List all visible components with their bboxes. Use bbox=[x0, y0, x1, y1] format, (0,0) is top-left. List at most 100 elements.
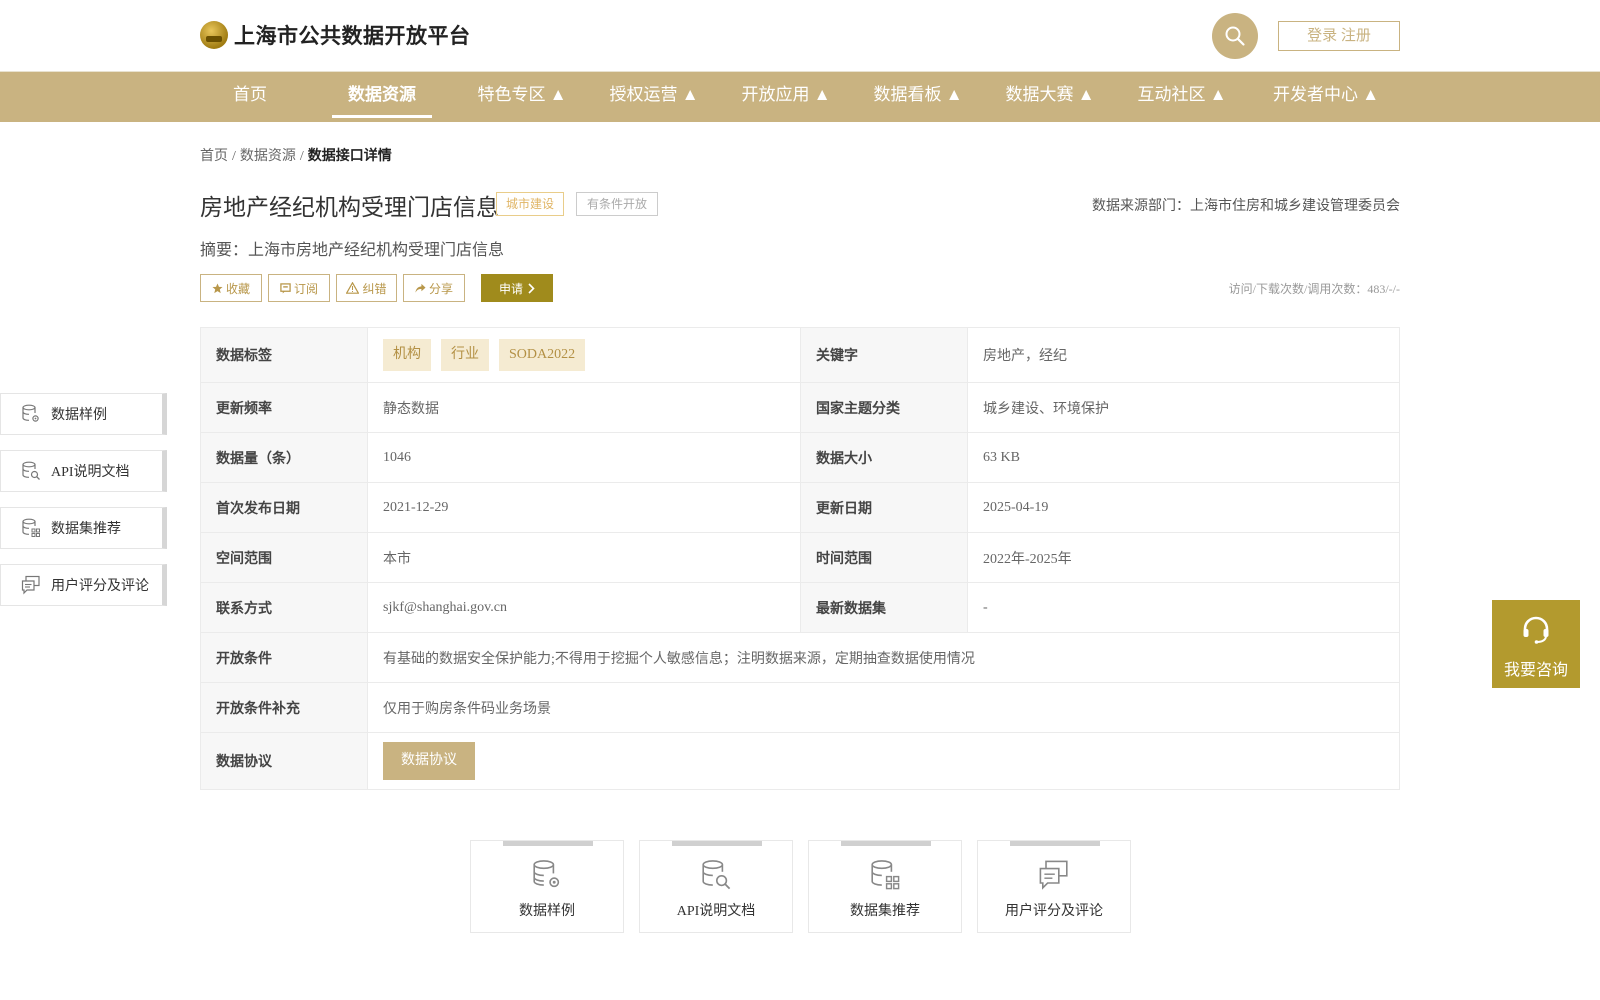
data-agreement-button[interactable]: 数据协议 bbox=[383, 742, 475, 780]
side-nav-label: 数据集推荐 bbox=[51, 522, 121, 537]
breadcrumb-data-resources[interactable]: 数据资源 bbox=[240, 149, 296, 164]
table-row: 开放条件补充 仅用于购房条件码业务场景 bbox=[200, 682, 1400, 733]
side-nav-label: 用户评分及评论 bbox=[51, 579, 149, 594]
tags-label: 数据标签 bbox=[200, 327, 368, 383]
database-gear-icon bbox=[21, 404, 41, 424]
update-frequency-label: 更新频率 bbox=[200, 382, 368, 433]
favorite-button[interactable]: 收藏 bbox=[200, 274, 262, 302]
card-label: API说明文档 bbox=[676, 904, 756, 919]
nav-item-special-zones[interactable]: 特色专区 ▲ bbox=[462, 72, 582, 122]
table-row: 更新频率 静态数据 国家主题分类 城乡建设、环境保护 bbox=[200, 382, 1400, 433]
search-button[interactable] bbox=[1212, 13, 1258, 59]
card-dataset-recommend[interactable]: 数据集推荐 bbox=[808, 840, 962, 933]
database-search-icon bbox=[21, 461, 41, 481]
table-row: 首次发布日期 2021-12-29 更新日期 2025-04-19 bbox=[200, 482, 1400, 533]
side-nav-rating-comments[interactable]: 用户评分及评论 bbox=[0, 564, 167, 606]
table-row: 数据协议 数据协议 bbox=[200, 732, 1400, 790]
card-top-bar bbox=[672, 841, 762, 846]
time-range-label: 时间范围 bbox=[800, 532, 968, 583]
contact-value[interactable]: sjkf@shanghai.gov.cn bbox=[367, 582, 801, 633]
latest-dataset-label: 最新数据集 bbox=[800, 582, 968, 633]
card-top-bar bbox=[503, 841, 593, 846]
breadcrumb-separator: / bbox=[299, 149, 304, 164]
data-size-value: 63 KB bbox=[967, 432, 1400, 483]
card-top-bar bbox=[841, 841, 931, 846]
nav-item-data-dashboard[interactable]: 数据看板 ▲ bbox=[858, 72, 978, 122]
table-row: 开放条件 有基础的数据安全保护能力;不得用于挖掘个人敏感信息；注明数据来源，定期… bbox=[200, 632, 1400, 683]
card-label: 数据集推荐 bbox=[850, 904, 920, 919]
nav-item-open-apps[interactable]: 开放应用 ▲ bbox=[726, 72, 846, 122]
subscribe-button[interactable]: 订阅 bbox=[268, 274, 330, 302]
table-row: 联系方式 sjkf@shanghai.gov.cn 最新数据集 - bbox=[200, 582, 1400, 633]
card-label: 数据样例 bbox=[519, 904, 575, 919]
subscribe-icon bbox=[280, 282, 291, 294]
search-icon bbox=[1225, 26, 1245, 46]
source-department: 数据来源部门：上海市住房和城乡建设管理委员会 bbox=[1092, 199, 1400, 214]
database-search-icon bbox=[698, 858, 734, 892]
share-icon bbox=[415, 283, 426, 293]
breadcrumb-separator: / bbox=[232, 149, 236, 164]
breadcrumb: 首页 / 数据资源 / 数据接口详情 bbox=[200, 145, 392, 165]
nav-item-data-resources[interactable]: 数据资源 bbox=[332, 72, 432, 122]
table-row: 数据标签 机构 行业 SODA2022 关键字 房地产，经纪 bbox=[200, 327, 1400, 383]
nav-item-home[interactable]: 首页 bbox=[220, 72, 280, 122]
open-condition-value: 有基础的数据安全保护能力;不得用于挖掘个人敏感信息；注明数据来源，定期抽查数据使… bbox=[367, 632, 1400, 683]
nav-item-community[interactable]: 互动社区 ▲ bbox=[1122, 72, 1242, 122]
card-data-sample[interactable]: 数据样例 bbox=[470, 840, 624, 933]
side-nav-dataset-recommend[interactable]: 数据集推荐 bbox=[0, 507, 167, 549]
record-count-label: 数据量（条） bbox=[200, 432, 368, 483]
share-button[interactable]: 分享 bbox=[403, 274, 465, 302]
breadcrumb-current: 数据接口详情 bbox=[307, 149, 392, 164]
nav-item-data-contest[interactable]: 数据大赛 ▲ bbox=[990, 72, 1110, 122]
open-condition-extra-value: 仅用于购房条件码业务场景 bbox=[367, 682, 1400, 733]
report-error-button[interactable]: 纠错 bbox=[336, 274, 397, 302]
database-gear-icon bbox=[529, 858, 565, 892]
data-size-label: 数据大小 bbox=[800, 432, 968, 483]
update-date-label: 更新日期 bbox=[800, 482, 968, 533]
theme-label: 国家主题分类 bbox=[800, 382, 968, 433]
data-tag[interactable]: 行业 bbox=[441, 339, 489, 371]
login-register-button[interactable]: 登录 注册 bbox=[1278, 21, 1400, 51]
apply-button[interactable]: 申请 bbox=[481, 274, 553, 302]
first-publish-value: 2021-12-29 bbox=[367, 482, 801, 533]
update-date-value: 2025-04-19 bbox=[967, 482, 1400, 533]
open-condition-label: 开放条件 bbox=[200, 632, 368, 683]
latest-dataset-value[interactable]: - bbox=[967, 582, 1400, 633]
side-nav-api-doc[interactable]: API说明文档 bbox=[0, 450, 167, 492]
first-publish-label: 首次发布日期 bbox=[200, 482, 368, 533]
breadcrumb-home[interactable]: 首页 bbox=[200, 149, 228, 164]
card-api-doc[interactable]: API说明文档 bbox=[639, 840, 793, 933]
keywords-label: 关键字 bbox=[800, 327, 968, 383]
nav-item-authorized-operation[interactable]: 授权运营 ▲ bbox=[594, 72, 714, 122]
open-type-tag: 有条件开放 bbox=[576, 192, 659, 216]
data-tag[interactable]: SODA2022 bbox=[499, 339, 586, 371]
agreement-cell: 数据协议 bbox=[367, 732, 1400, 790]
database-grid-icon bbox=[21, 518, 41, 538]
metadata-table: 数据标签 机构 行业 SODA2022 关键字 房地产，经纪 更新频率 静态数据 国… bbox=[200, 327, 1400, 790]
database-grid-icon bbox=[867, 858, 903, 892]
side-nav-label: 数据样例 bbox=[51, 408, 107, 423]
keywords-value: 房地产，经纪 bbox=[967, 327, 1400, 383]
contact-label: 联系方式 bbox=[200, 582, 368, 633]
open-condition-extra-label: 开放条件补充 bbox=[200, 682, 368, 733]
card-rating-comments[interactable]: 用户评分及评论 bbox=[977, 840, 1131, 933]
share-label: 分享 bbox=[428, 281, 453, 296]
update-frequency-value: 静态数据 bbox=[367, 382, 801, 433]
subscribe-label: 订阅 bbox=[293, 281, 318, 296]
warning-icon bbox=[346, 282, 360, 294]
main-nav: 首页 数据资源 特色专区 ▲ 授权运营 ▲ 开放应用 ▲ 数据看板 ▲ 数据大赛… bbox=[0, 72, 1600, 122]
spatial-scope-value: 本市 bbox=[367, 532, 801, 583]
table-row: 空间范围 本市 时间范围 2022年-2025年 bbox=[200, 532, 1400, 583]
time-range-value: 2022年-2025年 bbox=[967, 532, 1400, 583]
access-stats: 访问/下载次数/调用次数：483/-/- bbox=[1228, 282, 1400, 296]
side-nav-data-sample[interactable]: 数据样例 bbox=[0, 393, 167, 435]
table-row: 数据量（条） 1046 数据大小 63 KB bbox=[200, 432, 1400, 483]
page-title: 房地产经纪机构受理门店信息 bbox=[200, 195, 499, 220]
comment-icon bbox=[1036, 858, 1072, 892]
site-title: 上海市公共数据开放平台 bbox=[234, 24, 471, 48]
consult-button[interactable]: 我要咨询 bbox=[1492, 600, 1580, 688]
site-logo[interactable]: 上海市公共数据开放平台 bbox=[200, 20, 471, 50]
nav-item-developer-center[interactable]: 开发者中心 ▲ bbox=[1256, 72, 1396, 122]
logo-emblem-icon bbox=[200, 21, 228, 49]
data-tag[interactable]: 机构 bbox=[383, 339, 431, 371]
